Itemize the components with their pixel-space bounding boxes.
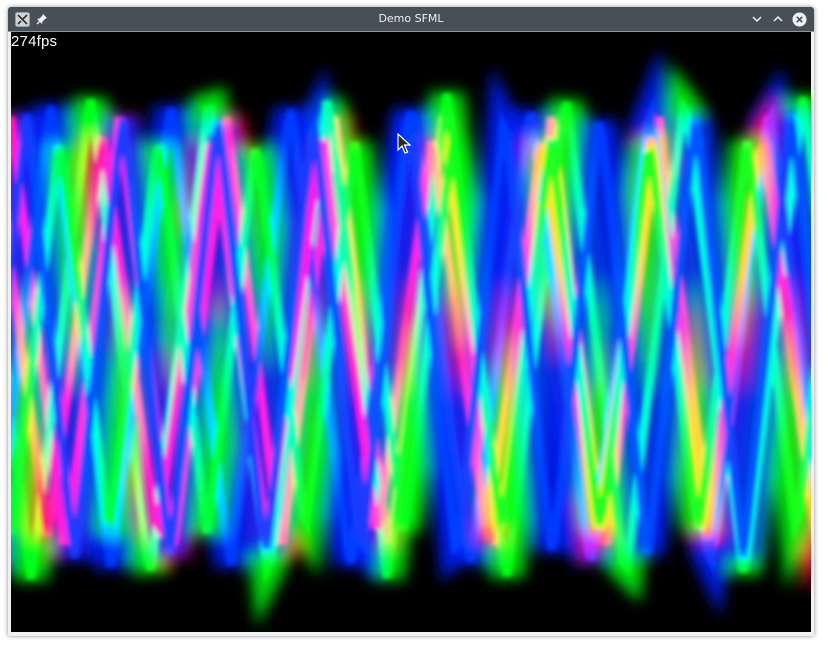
- app-window: Demo SFML 274fps: [8, 7, 814, 636]
- window-title: Demo SFML: [378, 12, 444, 25]
- chevron-up-icon: [773, 15, 783, 22]
- close-icon: [792, 12, 806, 26]
- wave-visualization: [11, 48, 811, 627]
- minimize-button[interactable]: [749, 11, 765, 27]
- window-titlebar[interactable]: Demo SFML: [8, 7, 814, 32]
- fps-counter: 274fps: [11, 33, 58, 50]
- maximize-button[interactable]: [770, 11, 786, 27]
- mouse-cursor-icon: [397, 133, 411, 154]
- render-canvas[interactable]: 274fps: [11, 32, 811, 632]
- chevron-down-icon: [752, 16, 762, 23]
- close-button[interactable]: [791, 11, 807, 27]
